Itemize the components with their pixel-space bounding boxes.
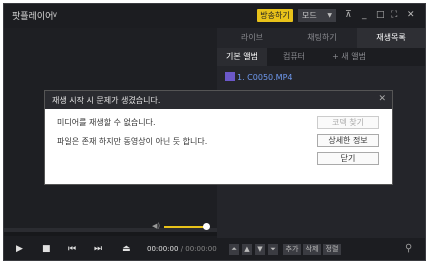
- move-down-icon[interactable]: ▼: [255, 244, 265, 255]
- player-window: 팟플레이어 ∨ 방송하기 모드 ▼ ⊼ _ □ ⛶ ✕ 라이브 채팅하기 재생목…: [3, 3, 426, 261]
- add-button[interactable]: 추가: [283, 244, 301, 255]
- move-bottom-icon[interactable]: ⏷: [268, 244, 278, 255]
- chevron-down-icon[interactable]: ∨: [52, 10, 58, 19]
- sort-button[interactable]: 정렬: [323, 244, 341, 255]
- volume-icon[interactable]: ◀): [152, 222, 160, 230]
- error-dialog: 재생 시작 시 문제가 생겼습니다. ✕ 미디어를 재생할 수 없습니다. 파일…: [44, 90, 393, 185]
- current-time: 00:00:00: [147, 245, 179, 253]
- subtab-default-album[interactable]: 기본 앨범: [217, 48, 267, 66]
- playlist-toolbar: ⏶ ▲ ▼ ⏷ 추가 삭제 정렬 ⚲: [217, 238, 425, 260]
- delete-button[interactable]: 삭제: [303, 244, 321, 255]
- details-button[interactable]: 상세한 정보: [317, 134, 379, 147]
- playlist-item[interactable]: 1. C0050.MP4: [225, 72, 292, 82]
- title-bar: 팟플레이어 ∨ 방송하기 모드 ▼ ⊼ _ □ ⛶ ✕: [4, 4, 425, 28]
- close-button[interactable]: 닫기: [317, 152, 379, 165]
- dialog-close-icon[interactable]: ✕: [378, 94, 386, 104]
- dialog-title-bar: 재생 시작 시 문제가 생겼습니다. ✕: [45, 91, 392, 109]
- move-up-icon[interactable]: ▲: [242, 244, 252, 255]
- subtab-new-album[interactable]: + 새 앨범: [321, 48, 377, 66]
- dialog-title: 재생 시작 시 문제가 생겼습니다.: [52, 96, 161, 105]
- total-time: / 00:00:00: [180, 245, 217, 253]
- search-icon[interactable]: ⚲: [405, 243, 412, 254]
- eject-icon[interactable]: ⏏: [122, 244, 131, 254]
- mode-label: 모드: [302, 11, 317, 20]
- tab-playlist[interactable]: 재생목록: [357, 28, 425, 48]
- playback-controls: ▶ ■ ⏮ ⏭ ⏏ 00:00:00 / 00:00:00: [4, 236, 217, 260]
- pin-icon[interactable]: ⊼: [345, 10, 352, 20]
- previous-icon[interactable]: ⏮: [68, 244, 76, 254]
- mode-dropdown[interactable]: 모드 ▼: [298, 9, 336, 22]
- video-file-icon: [225, 72, 235, 81]
- seek-bar[interactable]: [4, 228, 217, 232]
- broadcast-button[interactable]: 방송하기: [257, 9, 293, 22]
- move-top-icon[interactable]: ⏶: [229, 244, 239, 255]
- tab-chat[interactable]: 채팅하기: [287, 28, 357, 48]
- album-tabs: 기본 앨범 컴퓨터 + 새 앨범: [217, 48, 425, 66]
- fullscreen-icon[interactable]: ⛶: [391, 10, 397, 20]
- minimize-icon[interactable]: _: [362, 10, 367, 20]
- volume-slider[interactable]: [164, 226, 206, 228]
- play-icon[interactable]: ▶: [16, 244, 23, 254]
- stop-icon[interactable]: ■: [42, 244, 51, 254]
- volume-knob[interactable]: [203, 223, 210, 230]
- subtab-computer[interactable]: 컴퓨터: [269, 48, 319, 66]
- app-title[interactable]: 팟플레이어: [12, 9, 53, 22]
- close-icon[interactable]: ✕: [407, 10, 415, 20]
- caret-down-icon: ▼: [327, 12, 332, 19]
- side-tabs: 라이브 채팅하기 재생목록: [217, 28, 425, 48]
- next-icon[interactable]: ⏭: [94, 244, 102, 254]
- maximize-icon[interactable]: □: [376, 10, 385, 20]
- dialog-message-1: 미디어를 재생할 수 없습니다.: [57, 118, 156, 127]
- time-display: 00:00:00 / 00:00:00: [147, 245, 217, 253]
- playlist-item-label: 1. C0050.MP4: [237, 73, 293, 82]
- dialog-message-2: 파일은 존재 하지만 동영상이 아닌 듯 합니다.: [57, 137, 208, 146]
- find-codec-button[interactable]: 코덱 찾기: [317, 116, 379, 129]
- tab-live[interactable]: 라이브: [217, 28, 287, 48]
